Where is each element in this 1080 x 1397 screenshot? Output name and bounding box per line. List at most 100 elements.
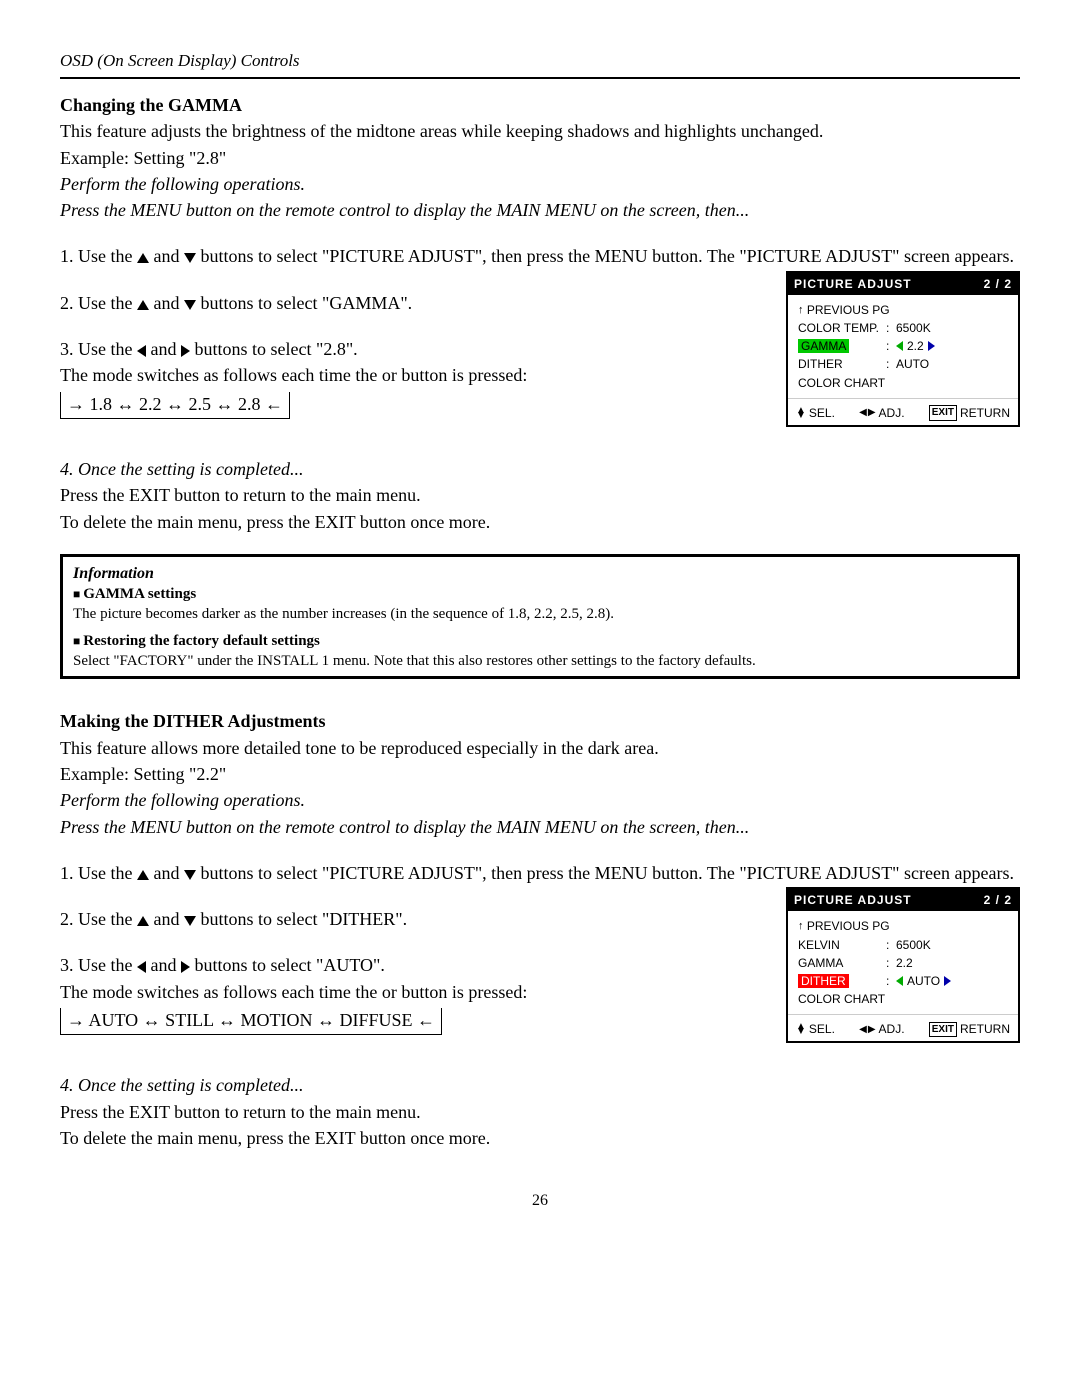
up-arrow-icon: ↑ (798, 921, 804, 931)
t: and (149, 863, 184, 883)
gamma-step4: 4. Once the setting is completed... (60, 457, 1020, 481)
gamma-exit2: To delete the main menu, press the EXIT … (60, 510, 1020, 534)
osd-page: 2 / 2 (984, 892, 1012, 908)
t: buttons to select "PICTURE ADJUST", then… (196, 246, 1014, 266)
v: 2.2 (907, 338, 924, 354)
prev-pg: PREVIOUS PG (807, 302, 890, 318)
left-triangle-icon (896, 976, 903, 986)
ret: RETURN (960, 1021, 1010, 1037)
t: 3. Use the (60, 955, 137, 975)
l: COLOR CHART (798, 991, 886, 1007)
dither-step4: 4. Once the setting is completed... (60, 1073, 1020, 1097)
gamma-title: Changing the GAMMA (60, 93, 1020, 117)
up-arrow-icon: ↑ (798, 305, 804, 315)
t: 1. Use the (60, 863, 137, 883)
osd-title: PICTURE ADJUST (794, 276, 912, 292)
t: buttons to select "AUTO". (190, 955, 385, 975)
up-triangle-icon (137, 916, 149, 926)
left-triangle-icon (896, 341, 903, 351)
ret: RETURN (960, 405, 1010, 421)
dither-step1: 1. Use the and buttons to select "PICTUR… (60, 861, 1020, 885)
l: COLOR CHART (798, 375, 886, 391)
gamma-seq: 1.8 ↔ 2.2 ↔ 2.5 ↔ 2.8 (67, 394, 283, 414)
t: and (149, 909, 184, 929)
v: AUTO (896, 356, 1008, 372)
dither-desc: This feature allows more detailed tone t… (60, 736, 1020, 760)
info-box: Information GAMMA settings The picture b… (60, 554, 1020, 680)
up-triangle-icon (137, 300, 149, 310)
prev-pg: PREVIOUS PG (807, 918, 890, 934)
down-triangle-icon (184, 253, 196, 263)
right-triangle-icon (928, 341, 935, 351)
gamma-perform: Perform the following operations. (60, 172, 1020, 196)
v: 6500K (896, 320, 1008, 336)
t: 3. Use the (60, 339, 137, 359)
updown-icon: ▲▼ (796, 408, 806, 418)
l: DITHER (798, 356, 886, 372)
t: buttons to select "PICTURE ADJUST", then… (196, 863, 1014, 883)
t: and (149, 293, 184, 313)
page-number: 26 (60, 1190, 1020, 1212)
exit-box: EXIT (929, 1022, 957, 1038)
info-sub2: Restoring the factory default settings (73, 631, 1007, 651)
left-triangle-icon (137, 961, 146, 973)
gamma-example: Example: Setting "2.8" (60, 146, 1020, 170)
l: COLOR TEMP. (798, 320, 886, 336)
left-triangle-icon (137, 345, 146, 357)
l: KELVIN (798, 937, 886, 953)
t: and (146, 339, 181, 359)
t: 2. Use the (60, 293, 137, 313)
gamma-pressmenu: Press the MENU button on the remote cont… (60, 198, 1020, 222)
up-triangle-icon (137, 253, 149, 263)
header-rule (60, 77, 1020, 79)
dither-pressmenu: Press the MENU button on the remote cont… (60, 815, 1020, 839)
v: 6500K (896, 937, 1008, 953)
down-triangle-icon (184, 916, 196, 926)
dither-seq: AUTO ↔ STILL ↔ MOTION ↔ DIFFUSE (67, 1010, 435, 1030)
gamma-seq-box: 1.8 ↔ 2.2 ↔ 2.5 ↔ 2.8 (60, 392, 290, 419)
osd-gamma: PICTURE ADJUST 2 / 2 ↑ PREVIOUS PG COLOR… (786, 271, 1020, 427)
gamma-desc: This feature adjusts the brightness of t… (60, 119, 1020, 143)
gamma-hl: GAMMA (798, 339, 849, 353)
osd-dither: PICTURE ADJUST 2 / 2 ↑ PREVIOUS PG KELVI… (786, 887, 1020, 1043)
right-triangle-icon (944, 976, 951, 986)
t: and (149, 246, 184, 266)
right-triangle-icon (181, 345, 190, 357)
dither-exit2: To delete the main menu, press the EXIT … (60, 1126, 1020, 1150)
sel: SEL. (809, 1021, 835, 1037)
right-triangle-icon (181, 961, 190, 973)
dither-hl: DITHER (798, 974, 849, 988)
down-triangle-icon (184, 300, 196, 310)
l: GAMMA (798, 955, 886, 971)
dither-example: Example: Setting "2.2" (60, 762, 1020, 786)
t: buttons to select "DITHER". (196, 909, 407, 929)
updown-icon: ▲▼ (796, 1024, 806, 1034)
leftright-icon: ◀▶ (859, 406, 875, 420)
adj: ADJ. (879, 1021, 905, 1037)
gamma-step1: 1. Use the and buttons to select "PICTUR… (60, 244, 1020, 268)
t: 1. Use the (60, 246, 137, 266)
dither-seq-box: AUTO ↔ STILL ↔ MOTION ↔ DIFFUSE (60, 1008, 442, 1035)
leftright-icon: ◀▶ (859, 1023, 875, 1037)
t: buttons to select "GAMMA". (196, 293, 412, 313)
dither-exit1: Press the EXIT button to return to the m… (60, 1100, 1020, 1124)
info-sub1: GAMMA settings (73, 584, 1007, 604)
down-triangle-icon (184, 870, 196, 880)
t: buttons to select "2.8". (190, 339, 358, 359)
info-title: Information (73, 563, 1007, 585)
info-txt2: Select "FACTORY" under the INSTALL 1 men… (73, 652, 1007, 671)
t: and (146, 955, 181, 975)
up-triangle-icon (137, 870, 149, 880)
t: 2. Use the (60, 909, 137, 929)
dither-title: Making the DITHER Adjustments (60, 709, 1020, 733)
info-txt1: The picture becomes darker as the number… (73, 605, 1007, 624)
dither-perform: Perform the following operations. (60, 788, 1020, 812)
page-header: OSD (On Screen Display) Controls (60, 50, 1020, 73)
exit-box: EXIT (929, 405, 957, 421)
osd-page: 2 / 2 (984, 276, 1012, 292)
sel: SEL. (809, 405, 835, 421)
v: AUTO (907, 973, 940, 989)
adj: ADJ. (879, 405, 905, 421)
gamma-exit1: Press the EXIT button to return to the m… (60, 483, 1020, 507)
v: 2.2 (896, 955, 1008, 971)
